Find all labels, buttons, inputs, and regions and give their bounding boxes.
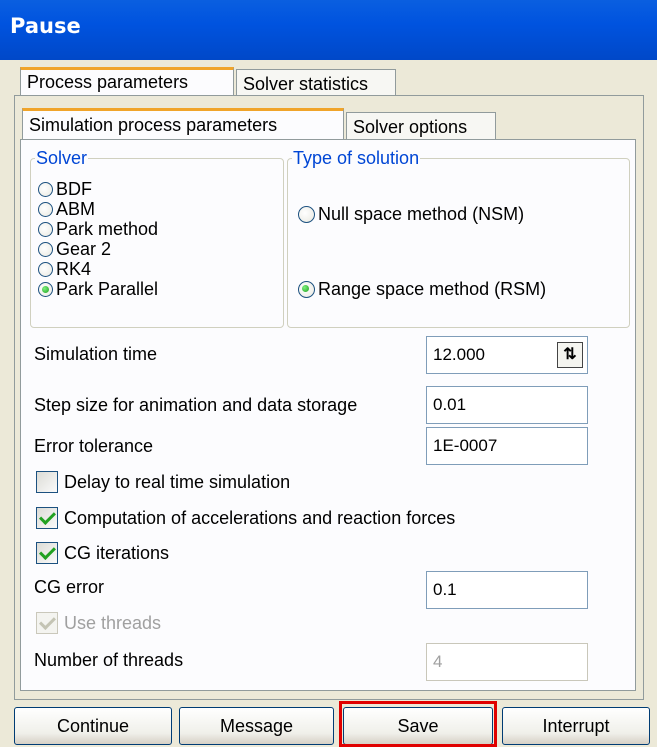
radio-rk4[interactable]: RK4	[38, 259, 91, 279]
radio-circle[interactable]	[38, 221, 53, 237]
tab-label: Solver options	[353, 117, 468, 137]
radio-label: Null space method (NSM)	[318, 203, 525, 224]
number-of-threads-label: Number of threads	[34, 650, 184, 670]
radio-circle[interactable]	[38, 261, 53, 277]
checkbox-box[interactable]	[36, 471, 58, 493]
field-value: 12.000	[433, 345, 485, 364]
title-bar[interactable]: Pause	[0, 0, 657, 60]
tab-simulation-process-parameters[interactable]: Simulation process parameters	[22, 108, 344, 140]
radio-range-space-method[interactable]: Range space method (RSM)	[298, 279, 546, 299]
cg-error-input[interactable]: 0.1	[426, 571, 588, 609]
radio-circle[interactable]	[298, 205, 315, 223]
interrupt-button[interactable]: Interrupt	[502, 707, 650, 745]
type-of-solution-group: Type of solution	[287, 148, 630, 328]
type-of-solution-legend: Type of solution	[293, 148, 420, 168]
checkbox-label: Use threads	[64, 612, 162, 633]
field-value: 0.01	[433, 395, 467, 414]
cg-error-label: CG error	[34, 577, 105, 597]
button-label: Interrupt	[542, 716, 610, 736]
field-value: 1E-0007	[433, 436, 498, 455]
radio-label: Park Parallel	[56, 278, 159, 299]
use-threads-checkbox[interactable]: Use threads	[36, 610, 161, 636]
field-value: 4	[433, 652, 443, 671]
message-button[interactable]: Message	[179, 707, 334, 745]
cg-iterations-checkbox[interactable]: CG iterations	[36, 540, 169, 566]
radio-circle-checked[interactable]	[38, 281, 53, 297]
save-highlight-box	[339, 701, 497, 747]
checkbox-label: Computation of accelerations and reactio…	[64, 507, 456, 528]
radio-bdf[interactable]: BDF	[38, 179, 92, 199]
error-tolerance-input[interactable]: 1E-0007	[426, 427, 588, 465]
radio-label: BDF	[56, 178, 92, 199]
checkbox-label: CG iterations	[64, 542, 170, 563]
radio-park-method[interactable]: Park method	[38, 219, 158, 239]
checkbox-label: Delay to real time simulation	[64, 471, 291, 492]
delay-realtime-checkbox[interactable]: Delay to real time simulation	[36, 469, 290, 495]
checkbox-box-checked[interactable]	[36, 612, 58, 634]
step-size-label: Step size for animation and data storage	[34, 395, 358, 415]
tab-solver-statistics[interactable]: Solver statistics	[236, 69, 396, 96]
solver-legend: Solver	[36, 148, 88, 168]
radio-label: RK4	[56, 258, 92, 279]
button-label: Continue	[56, 716, 130, 736]
checkbox-box-checked[interactable]	[36, 542, 58, 564]
radio-label: Gear 2	[56, 238, 112, 259]
field-value: 0.1	[433, 580, 457, 599]
radio-circle[interactable]	[38, 181, 53, 197]
checkbox-box-checked[interactable]	[36, 507, 58, 529]
simulation-time-label: Simulation time	[34, 344, 158, 364]
radio-circle[interactable]	[38, 201, 53, 217]
radio-park-parallel[interactable]: Park Parallel	[38, 279, 158, 299]
continue-button[interactable]: Continue	[14, 707, 172, 745]
tab-process-parameters[interactable]: Process parameters	[20, 67, 234, 95]
radio-label: Range space method (RSM)	[318, 278, 547, 299]
tab-solver-options[interactable]: Solver options	[346, 112, 496, 140]
radio-abm[interactable]: ABM	[38, 199, 95, 219]
tab-label: Solver statistics	[243, 74, 369, 94]
radio-gear-2[interactable]: Gear 2	[38, 239, 111, 259]
radio-circle[interactable]	[38, 241, 53, 257]
number-of-threads-input[interactable]: 4	[426, 643, 588, 681]
tab-label: Simulation process parameters	[29, 115, 278, 135]
step-size-input[interactable]: 0.01	[426, 386, 588, 424]
radio-null-space-method[interactable]: Null space method (NSM)	[298, 204, 524, 224]
button-label: Message	[219, 716, 294, 736]
accelerations-checkbox[interactable]: Computation of accelerations and reactio…	[36, 505, 455, 531]
spin-up-down-icon[interactable]: ⇅	[557, 342, 583, 368]
window-title: Pause	[10, 14, 81, 38]
tab-label: Process parameters	[27, 72, 189, 92]
error-tolerance-label: Error tolerance	[34, 436, 154, 456]
radio-label: Park method	[56, 218, 159, 239]
radio-circle-checked[interactable]	[298, 280, 315, 298]
radio-label: ABM	[56, 198, 96, 219]
